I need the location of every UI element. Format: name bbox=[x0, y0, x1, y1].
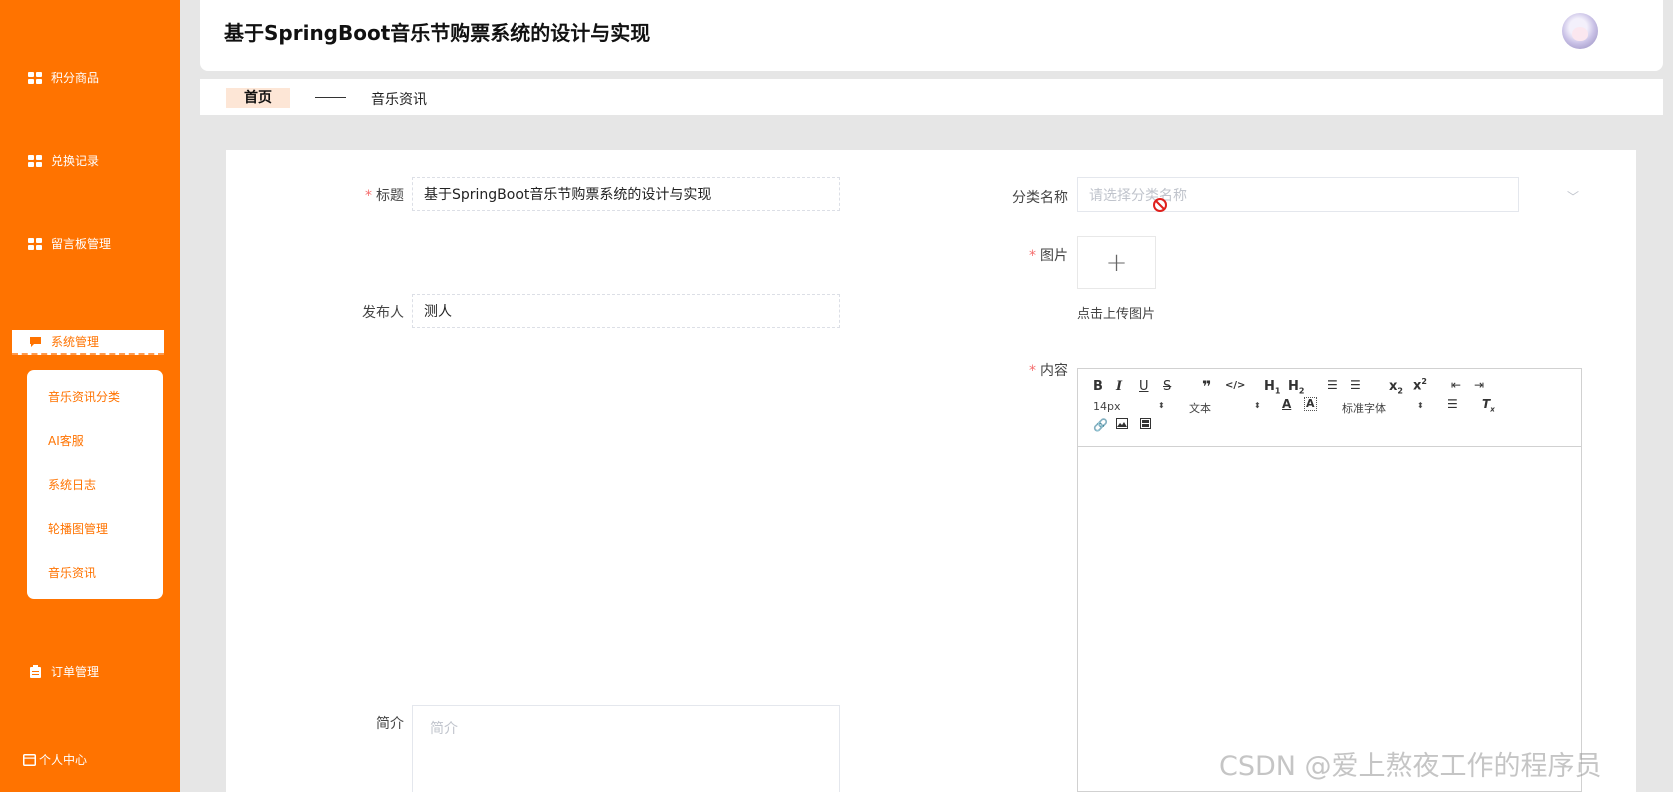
sidebar-item-personal-center[interactable]: 个人中心 bbox=[22, 751, 87, 768]
avatar[interactable] bbox=[1562, 13, 1598, 49]
breadcrumb-current: 音乐资讯 bbox=[371, 92, 427, 108]
image-label: * 图片 bbox=[1029, 248, 1068, 264]
not-allowed-cursor-icon bbox=[1153, 198, 1167, 212]
strike-icon[interactable]: S bbox=[1163, 379, 1171, 394]
submenu-system: 音乐资讯分类 AI客服 系统日志 轮播图管理 音乐资讯 bbox=[27, 370, 163, 599]
sidebar-item-points-goods[interactable]: 积分商品 bbox=[28, 69, 99, 86]
intro-label: 简介 bbox=[376, 716, 404, 732]
submenu-item-system-log[interactable]: 系统日志 bbox=[48, 476, 96, 493]
clear-format-icon[interactable]: Tx bbox=[1482, 397, 1495, 413]
image-icon[interactable] bbox=[1116, 418, 1128, 433]
bold-icon[interactable]: B bbox=[1093, 379, 1103, 394]
submenu-item-music-news-category[interactable]: 音乐资讯分类 bbox=[48, 388, 120, 405]
superscript-icon[interactable]: x2 bbox=[1413, 377, 1427, 393]
title-label: * 标题 bbox=[365, 188, 404, 204]
font-color-icon[interactable]: A bbox=[1282, 397, 1291, 411]
underline-icon[interactable]: U bbox=[1139, 379, 1149, 394]
outdent-icon[interactable]: ⇤ bbox=[1451, 378, 1461, 392]
sidebar-item-system-management[interactable]: 系统管理 bbox=[12, 330, 164, 355]
clipboard-icon bbox=[28, 665, 42, 678]
video-icon[interactable] bbox=[1140, 418, 1151, 433]
category-select[interactable]: 请选择分类名称 bbox=[1077, 177, 1519, 212]
upload-tip: 点击上传图片 bbox=[1077, 307, 1156, 322]
intro-textarea[interactable]: 简介 bbox=[412, 705, 840, 792]
code-icon[interactable]: </> bbox=[1225, 380, 1245, 391]
breadcrumb-home[interactable]: 首页 bbox=[226, 88, 290, 108]
breadcrumb: 首页 音乐资讯 bbox=[200, 79, 1663, 115]
grid-icon bbox=[28, 237, 42, 250]
grid-icon bbox=[28, 154, 42, 167]
blockquote-icon[interactable]: ❞ bbox=[1202, 377, 1211, 396]
calendar-icon bbox=[22, 753, 36, 766]
publisher-input[interactable]: 测人 bbox=[412, 294, 840, 328]
sidebar-item-orders[interactable]: 订单管理 bbox=[28, 663, 99, 680]
sidebar-item-label: 留言板管理 bbox=[51, 237, 112, 251]
link-icon[interactable]: 🔗 bbox=[1093, 418, 1108, 432]
sidebar: 积分商品 兑换记录 留言板管理 系统管理 订单管理 个人中心 音乐资讯分类 AI… bbox=[0, 0, 180, 792]
publisher-label: 发布人 bbox=[362, 305, 404, 321]
page-title: 基于SpringBoot音乐节购票系统的设计与实现 bbox=[224, 21, 651, 45]
sidebar-item-label: 兑换记录 bbox=[51, 154, 100, 168]
sidebar-item-label: 订单管理 bbox=[51, 665, 100, 679]
chevron-down-icon: ﹀ bbox=[1567, 190, 1580, 204]
sidebar-gutter bbox=[180, 0, 200, 792]
content-label: * 内容 bbox=[1029, 363, 1068, 379]
ordered-list-icon[interactable]: ☰ bbox=[1327, 378, 1338, 392]
grid-icon bbox=[28, 71, 42, 84]
align-icon[interactable]: ☰ bbox=[1447, 397, 1458, 411]
submenu-item-music-news[interactable]: 音乐资讯 bbox=[48, 564, 96, 581]
editor-toolbar: B I U S ❞ </> H1 H2 ☰ ☰ x2 x2 ⇤ ⇥ 14px ⬍ … bbox=[1078, 369, 1581, 447]
heading2-icon[interactable]: H2 bbox=[1288, 379, 1304, 396]
paragraph-select[interactable]: 文本 ⬍ bbox=[1189, 400, 1269, 416]
submenu-item-carousel[interactable]: 轮播图管理 bbox=[48, 520, 108, 537]
sidebar-item-exchange-records[interactable]: 兑换记录 bbox=[28, 152, 99, 169]
breadcrumb-separator bbox=[315, 97, 346, 98]
rich-text-editor: B I U S ❞ </> H1 H2 ☰ ☰ x2 x2 ⇤ ⇥ 14px ⬍ … bbox=[1077, 368, 1582, 792]
title-input[interactable]: 基于SpringBoot音乐节购票系统的设计与实现 bbox=[412, 177, 840, 211]
watermark: CSDN @爱上熬夜工作的程序员 bbox=[1219, 751, 1602, 782]
sidebar-item-label: 系统管理 bbox=[51, 335, 100, 349]
upload-button[interactable]: + bbox=[1077, 236, 1156, 289]
sidebar-item-message-board[interactable]: 留言板管理 bbox=[28, 235, 111, 252]
heading1-icon[interactable]: H1 bbox=[1264, 379, 1280, 396]
sidebar-item-label: 积分商品 bbox=[51, 71, 100, 85]
top-header: 基于SpringBoot音乐节购票系统的设计与实现 bbox=[200, 0, 1663, 71]
category-label: 分类名称 bbox=[1012, 190, 1068, 206]
plus-icon: + bbox=[1105, 247, 1128, 278]
italic-icon[interactable]: I bbox=[1116, 379, 1122, 394]
font-size-select[interactable]: 14px ⬍ bbox=[1093, 400, 1173, 413]
sidebar-item-label: 个人中心 bbox=[39, 753, 88, 767]
form-panel: * 标题 基于SpringBoot音乐节购票系统的设计与实现 发布人 测人 简介 … bbox=[226, 150, 1636, 792]
indent-icon[interactable]: ⇥ bbox=[1474, 378, 1484, 392]
font-family-select[interactable]: 标准字体 ⬍ bbox=[1342, 400, 1424, 416]
submenu-item-ai-service[interactable]: AI客服 bbox=[48, 432, 84, 449]
message-icon bbox=[28, 336, 42, 348]
bullet-list-icon[interactable]: ☰ bbox=[1350, 378, 1361, 392]
background-color-icon[interactable]: A bbox=[1304, 397, 1317, 411]
subscript-icon[interactable]: x2 bbox=[1389, 379, 1403, 396]
